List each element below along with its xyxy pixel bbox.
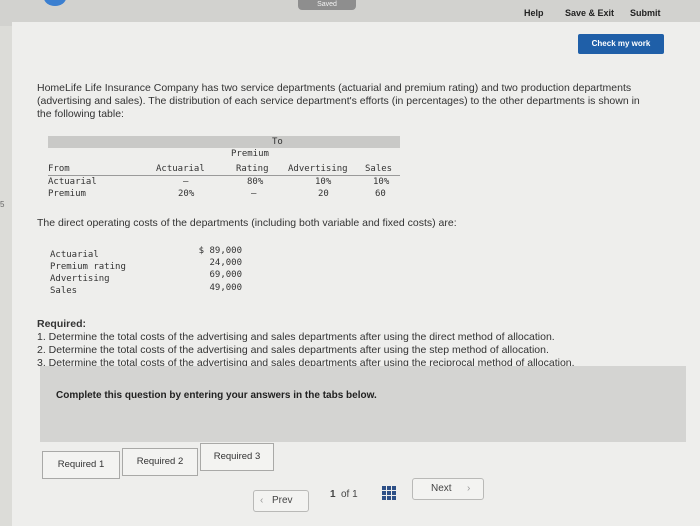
col-header-actuarial: Actuarial: [156, 164, 205, 174]
cell-actuarial-premium: 80%: [247, 177, 264, 187]
cost-value-actuarial: $ 89,000: [198, 246, 242, 256]
cost-value-sales: 49,000: [209, 283, 242, 293]
row-label-premium: Premium: [48, 189, 86, 199]
tab-required-2[interactable]: Required 2: [122, 448, 198, 476]
chevron-right-icon: ›: [467, 483, 471, 494]
col-header-rating: Rating: [236, 164, 269, 174]
page-number: 1: [330, 489, 336, 500]
tab-required-1[interactable]: Required 1: [42, 451, 120, 479]
cell-actuarial-actuarial: —: [183, 177, 189, 187]
distribution-table: To Premium From Actuarial Rating Adverti…: [48, 136, 400, 202]
cell-premium-sales: 60: [375, 189, 386, 199]
complete-prompt: Complete this question by entering your …: [56, 390, 377, 401]
saved-indicator: Saved: [298, 0, 356, 10]
prev-button[interactable]: ‹ Prev: [253, 490, 309, 512]
prev-label: Prev: [272, 495, 293, 506]
cost-label-advertising: Advertising: [50, 274, 110, 284]
submit-link[interactable]: Submit: [630, 8, 661, 18]
cell-premium-advertising: 20: [318, 189, 329, 199]
required-item-2: 2. Determine the total costs of the adve…: [37, 344, 549, 356]
col-header-sales: Sales: [365, 164, 393, 174]
to-label: To: [272, 137, 283, 147]
grid-icon[interactable]: [382, 486, 396, 500]
cell-actuarial-advertising: 10%: [315, 177, 332, 187]
row-label-actuarial: Actuarial: [48, 177, 97, 187]
required-heading: Required:: [37, 318, 87, 330]
cost-value-premium-rating: 24,000: [209, 258, 242, 268]
from-label: From: [48, 164, 70, 174]
cost-label-premium-rating: Premium rating: [50, 262, 126, 272]
header-divider: [48, 175, 400, 176]
cost-label-actuarial: Actuarial: [50, 250, 99, 260]
cell-premium-actuarial: 20%: [178, 189, 195, 199]
next-label: Next: [431, 483, 452, 494]
instructions-box: Complete this question by entering your …: [40, 366, 686, 442]
col-header-advertising: Advertising: [288, 164, 348, 174]
question-intro: HomeLife Life Insurance Company has two …: [37, 82, 640, 120]
col-header-premium: Premium: [231, 149, 269, 159]
side-marker: 5: [0, 200, 5, 209]
page-total: of 1: [341, 489, 358, 500]
tab-required-3[interactable]: Required 3: [200, 443, 274, 471]
cell-premium-premium: —: [251, 189, 257, 199]
required-section: Required: 1. Determine the total costs o…: [37, 318, 677, 370]
save-exit-link[interactable]: Save & Exit: [565, 8, 614, 18]
next-button[interactable]: Next ›: [412, 478, 484, 500]
cost-label-sales: Sales: [50, 286, 78, 296]
required-item-1: 1. Determine the total costs of the adve…: [37, 331, 555, 343]
chevron-left-icon: ‹: [260, 495, 264, 506]
check-my-work-button[interactable]: Check my work: [578, 34, 664, 54]
costs-intro: The direct operating costs of the depart…: [37, 217, 457, 229]
cost-value-advertising: 69,000: [209, 270, 242, 280]
help-link[interactable]: Help: [524, 8, 544, 18]
table-header-bar: [48, 136, 400, 148]
cell-actuarial-sales: 10%: [373, 177, 390, 187]
